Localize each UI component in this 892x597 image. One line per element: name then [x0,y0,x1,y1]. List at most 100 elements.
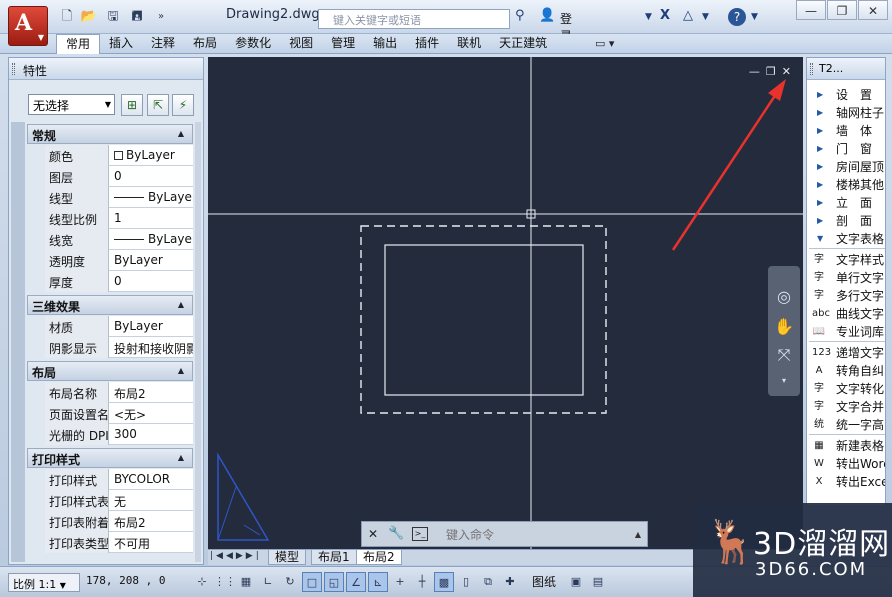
menu-settings[interactable]: ▶ 设 置 [809,86,885,104]
tool-increment-text[interactable]: 123 递增文字 [809,344,885,362]
section-layout[interactable]: 布局 ▲ [27,361,193,381]
tool-angle-correct[interactable]: A 转角自纠 [809,362,885,380]
prop-row[interactable]: 阴影显示 投射和接收阴影 [45,337,193,358]
menu-room-roof[interactable]: ▶ 房间屋顶 [809,158,885,176]
ribbon-options-icon[interactable]: ▭ ▾ [595,37,614,50]
quick-view-drawings-icon[interactable]: ▤ [588,572,608,592]
save-as-icon[interactable]: 🖪 [128,9,146,25]
menu-text-table[interactable]: ▼ 文字表格 [809,230,885,248]
tab-manage[interactable]: 管理 [322,34,364,54]
grip-handle-icon[interactable] [12,63,15,75]
transparency-icon[interactable]: ▩ [434,572,454,592]
lineweight-icon[interactable]: ┼ [412,572,432,592]
section-3d-effects[interactable]: 三维效果 ▲ [27,295,193,315]
save-icon[interactable]: 🖫 [104,9,122,25]
quick-properties-icon[interactable]: ▯ [456,572,476,592]
tool-export-excel[interactable]: X 转出Excel [809,473,885,491]
tab-layout2[interactable]: 布局2 [356,550,402,565]
tab-plugins[interactable]: 插件 [406,34,448,54]
new-file-icon[interactable]: 🗋 [58,9,76,25]
prop-row[interactable]: 光栅的 DPI 300 [45,424,193,445]
wrench-icon[interactable]: 🔧 [388,526,404,541]
pan-hand-icon[interactable]: ✋ [773,316,795,338]
tab-output[interactable]: 输出 [364,34,406,54]
tab-view[interactable]: 视图 [280,34,322,54]
zoom-extents-icon[interactable]: ⤧ [773,344,795,366]
command-input[interactable] [446,522,646,546]
binoculars-icon[interactable]: ⚲ [515,8,525,23]
selection-dropdown[interactable]: 无选择 ▼ [28,94,115,115]
exchange-x-icon[interactable]: X [660,8,670,23]
infer-constraints-icon[interactable]: ⊹ [192,572,212,592]
prop-row[interactable]: 透明度 ByLayer [45,250,193,271]
tool-curved-text[interactable]: abc 曲线文字 [809,305,885,323]
ortho-mode-icon[interactable]: ∟ [258,572,278,592]
grid-display-icon[interactable]: ▦ [236,572,256,592]
prop-row[interactable]: 线型 ByLayer [45,187,193,208]
application-menu-button[interactable]: A ▼ [8,6,48,46]
grip-handle-icon[interactable] [810,63,813,75]
menu-section[interactable]: ▶ 剖 面 [809,212,885,230]
tool-text-style[interactable]: 字 文字样式 [809,251,885,269]
prop-row[interactable]: 图层 0 [45,166,193,187]
tool-new-table[interactable]: ▦ 新建表格 [809,437,885,455]
menu-axis-column[interactable]: ▶ 轴网柱子 [809,104,885,122]
tool-multiline-text[interactable]: 字 多行文字 [809,287,885,305]
tab-layout[interactable]: 布局 [184,34,226,54]
tab-parametric[interactable]: 参数化 [226,34,280,54]
prop-row[interactable]: 打印表附着到布局2 [45,511,193,532]
viewport-close-button[interactable]: ✕ [782,65,791,78]
space-toggle[interactable]: 图纸 [532,573,556,590]
object-snap-icon[interactable]: □ [302,572,322,592]
tab-layout1[interactable]: 布局1 [311,550,357,565]
section-plot-style[interactable]: 打印样式 ▲ [27,448,193,468]
quick-select-icon[interactable]: ⚡ [172,94,194,116]
caret-down-icon[interactable]: ▼ [751,12,758,22]
caret-down-icon[interactable]: ▾ [773,370,795,392]
menu-elevation[interactable]: ▶ 立 面 [809,194,885,212]
close-icon[interactable]: ✕ [368,527,378,541]
prop-row[interactable]: 材质 ByLayer [45,316,193,337]
help-icon[interactable]: ? [728,8,746,26]
drawing-canvas[interactable]: — ❐ ✕ ◎ ✋ ⤧ ▾ ✕ 🔧 >_ ▲ [208,57,803,549]
object-snap-tracking-icon[interactable]: ∠ [346,572,366,592]
tool-single-line-text[interactable]: 字 单行文字 [809,269,885,287]
viewport-restore-button[interactable]: ❐ [766,65,776,78]
restore-button[interactable]: ❐ [827,0,857,20]
minimize-button[interactable]: — [796,0,826,20]
search-input[interactable]: 键入关键字或短语 [318,9,510,29]
tab-tangent-architecture[interactable]: 天正建筑 [490,34,556,54]
viewport-minimize-button[interactable]: — [749,65,760,78]
3d-object-snap-icon[interactable]: ◱ [324,572,344,592]
more-tools-icon[interactable]: » [152,9,170,25]
open-folder-icon[interactable]: 📂 [80,9,98,25]
section-general[interactable]: 常规 ▲ [27,124,193,144]
tab-online[interactable]: 联机 [448,34,490,54]
steering-wheel-icon[interactable]: ◎ [773,286,795,308]
prop-row[interactable]: 打印样式表无 [45,490,193,511]
prop-row[interactable]: 颜色 ByLayer [45,145,193,166]
tab-insert[interactable]: 插入 [100,34,142,54]
layout-nav-arrows-icon[interactable]: |◀◀▶▶| [210,551,262,561]
autodesk-360-icon[interactable]: △ [683,8,693,23]
tool-export-word[interactable]: W 转出Word [809,455,885,473]
select-objects-icon[interactable]: ⇱ [147,94,169,116]
polar-tracking-icon[interactable]: ↻ [280,572,300,592]
tool-unify-height[interactable]: 统 统一字高 [809,416,885,434]
prop-row[interactable]: 线宽 ByLayer [45,229,193,250]
tool-professional-dictionary[interactable]: 📖 专业词库 [809,323,885,341]
annotation-monitor-icon[interactable]: ✚ [500,572,520,592]
menu-wall[interactable]: ▶ 墙 体 [809,122,885,140]
prop-row[interactable]: 打印表类型 不可用 [45,532,193,553]
prop-row[interactable]: 布局名称 布局2 [45,382,193,403]
prop-row[interactable]: 线型比例 1 [45,208,193,229]
tab-home[interactable]: 常用 [56,34,101,54]
caret-down-icon[interactable]: ▼ [645,12,652,22]
caret-up-icon[interactable]: ▲ [635,530,641,539]
tool-text-merge[interactable]: 字 文字合并 [809,398,885,416]
menu-stairs-other[interactable]: ▶ 楼梯其他 [809,176,885,194]
prop-row[interactable]: 打印样式 BYCOLOR [45,469,193,490]
tab-annotate[interactable]: 注释 [142,34,184,54]
command-prompt-icon[interactable]: >_ [412,527,428,541]
tab-model[interactable]: 模型 [268,550,307,565]
